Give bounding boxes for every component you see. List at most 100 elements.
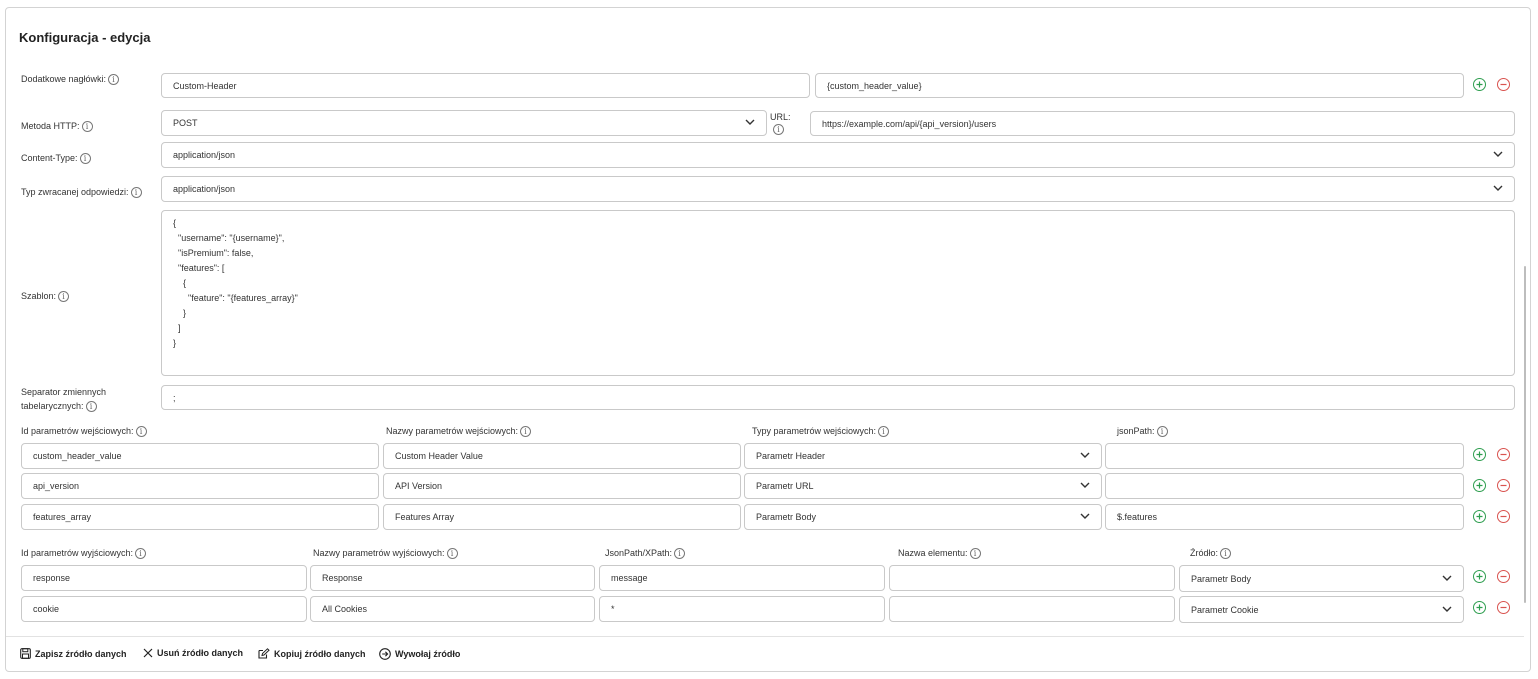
add-output-param-button[interactable]	[1473, 601, 1486, 614]
arrow-circle-right-icon	[379, 648, 391, 660]
output-param-path-field[interactable]: message	[599, 565, 885, 591]
input-param-type-select[interactable]: Parametr URL	[744, 473, 1102, 499]
headers-label: Dodatkowe nagłówki: i	[21, 72, 120, 86]
remove-output-param-button[interactable]	[1497, 601, 1510, 614]
info-icon[interactable]: i	[674, 548, 686, 560]
save-icon	[20, 648, 31, 659]
add-output-param-button[interactable]	[1473, 570, 1486, 583]
remove-header-button[interactable]	[1497, 78, 1510, 91]
info-icon[interactable]: i	[58, 291, 70, 303]
chevron-down-icon	[1493, 185, 1503, 193]
output-param-element-field[interactable]	[889, 596, 1175, 622]
remove-input-param-button[interactable]	[1497, 510, 1510, 523]
scrollbar[interactable]	[1524, 266, 1526, 603]
plus-circle-icon	[1476, 604, 1483, 611]
input-param-path-field[interactable]: $.features	[1105, 504, 1464, 530]
input-param-id-field[interactable]: api_version	[21, 473, 379, 499]
input-param-id-field[interactable]: features_array	[21, 504, 379, 530]
page-title: Konfiguracja - edycja	[19, 30, 151, 45]
info-icon[interactable]: i	[969, 548, 981, 560]
input-param-type-select[interactable]: Parametr Body	[744, 504, 1102, 530]
output-id-header: Id parametrów wyjściowych: i	[21, 546, 147, 560]
output-param-source-select[interactable]: Parametr Cookie	[1179, 596, 1464, 623]
input-type-header-text: Typy parametrów wejściowych:	[752, 426, 877, 436]
chevron-down-icon	[745, 119, 755, 127]
output-param-source-select[interactable]: Parametr Body	[1179, 565, 1464, 592]
output-param-element-field[interactable]	[889, 565, 1175, 591]
edit-copy-icon	[258, 648, 270, 659]
info-icon[interactable]: i	[135, 548, 147, 560]
input-param-type-value: Parametr Body	[756, 512, 817, 522]
info-icon[interactable]: i	[81, 121, 93, 133]
remove-input-param-button[interactable]	[1497, 479, 1510, 492]
output-name-header: Nazwy parametrów wyjściowych: i	[313, 546, 458, 560]
output-param-source-value: Parametr Cookie	[1191, 604, 1259, 615]
input-param-path-field[interactable]	[1105, 473, 1464, 499]
add-input-param-button[interactable]	[1473, 448, 1486, 461]
input-param-name-field[interactable]: API Version	[383, 473, 741, 499]
response-type-label: Typ zwracanej odpowiedzi: i	[21, 185, 142, 199]
info-icon[interactable]: i	[1156, 426, 1168, 438]
response-type-value: application/json	[173, 184, 236, 194]
info-icon[interactable]: i	[108, 74, 120, 86]
input-param-type-select[interactable]: Parametr Header	[744, 443, 1102, 469]
method-label-text: Metoda HTTP:	[21, 121, 80, 131]
delete-datasource-button[interactable]: Usuń źródło danych	[143, 648, 243, 658]
separator-input[interactable]: ;	[161, 385, 1515, 410]
add-header-button[interactable]	[1473, 78, 1486, 91]
input-param-path-field[interactable]	[1105, 443, 1464, 469]
response-type-select[interactable]: application/json	[161, 176, 1515, 202]
plus-circle-icon	[1476, 482, 1483, 489]
output-param-source-value: Parametr Body	[1191, 573, 1252, 584]
info-icon[interactable]: i	[79, 153, 91, 165]
template-textarea[interactable]: { "username": "{username}", "isPremium":…	[161, 210, 1515, 376]
header-name-input[interactable]: Custom-Header	[161, 73, 810, 98]
plus-circle-icon	[1476, 81, 1483, 88]
output-param-path-field[interactable]: *	[599, 596, 885, 622]
info-icon[interactable]: i	[878, 426, 890, 438]
input-id-header: Id parametrów wejściowych: i	[21, 424, 147, 438]
header-value-input[interactable]: {custom_header_value}	[815, 73, 1464, 98]
output-param-name-field[interactable]: All Cookies	[310, 596, 595, 622]
close-icon	[143, 648, 153, 658]
info-icon[interactable]: i	[520, 426, 532, 438]
chevron-down-icon	[1442, 606, 1452, 614]
delete-datasource-label: Usuń źródło danych	[157, 648, 244, 658]
input-param-name-field[interactable]: Features Array	[383, 504, 741, 530]
info-icon[interactable]: i	[135, 426, 147, 438]
add-input-param-button[interactable]	[1473, 510, 1486, 523]
chevron-down-icon	[1080, 452, 1090, 460]
minus-circle-icon	[1500, 453, 1507, 456]
output-param-name-field[interactable]: Response	[310, 565, 595, 591]
template-label: Szablon: i	[21, 289, 70, 303]
minus-circle-icon	[1500, 83, 1507, 86]
url-input[interactable]: https://example.com/api/{api_version}/us…	[810, 111, 1515, 136]
content-type-select[interactable]: application/json	[161, 142, 1515, 168]
input-type-header: Typy parametrów wejściowych: i	[752, 424, 890, 438]
remove-input-param-button[interactable]	[1497, 448, 1510, 461]
output-param-id-field[interactable]: response	[21, 565, 307, 591]
add-input-param-button[interactable]	[1473, 479, 1486, 492]
input-path-header-text: jsonPath:	[1117, 426, 1155, 436]
chevron-down-icon	[1080, 482, 1090, 490]
output-param-id-field[interactable]: cookie	[21, 596, 307, 622]
info-icon[interactable]: i	[446, 548, 458, 560]
output-element-header: Nazwa elementu: i	[898, 546, 981, 560]
invoke-datasource-button[interactable]: Wywołaj źródło	[379, 648, 460, 660]
save-datasource-button[interactable]: Zapisz źródło danych	[20, 648, 127, 659]
copy-datasource-button[interactable]: Kopiuj źródło danych	[258, 648, 366, 659]
output-path-header: JsonPath/XPath: i	[605, 546, 686, 560]
info-icon[interactable]: i	[130, 187, 142, 199]
http-method-select[interactable]: POST	[161, 110, 767, 136]
separator-label-line2: tabelarycznych:	[21, 401, 84, 411]
remove-output-param-button[interactable]	[1497, 570, 1510, 583]
input-param-id-field[interactable]: custom_header_value	[21, 443, 379, 469]
info-icon[interactable]: i	[1220, 548, 1232, 560]
url-label: URL: i	[770, 111, 791, 136]
http-method-value: POST	[173, 118, 198, 128]
info-icon[interactable]: i	[773, 124, 784, 136]
output-source-header-text: Źródło:	[1190, 548, 1219, 558]
info-icon[interactable]: i	[85, 401, 97, 413]
input-param-name-field[interactable]: Custom Header Value	[383, 443, 741, 469]
headers-label-text: Dodatkowe nagłówki:	[21, 74, 107, 84]
